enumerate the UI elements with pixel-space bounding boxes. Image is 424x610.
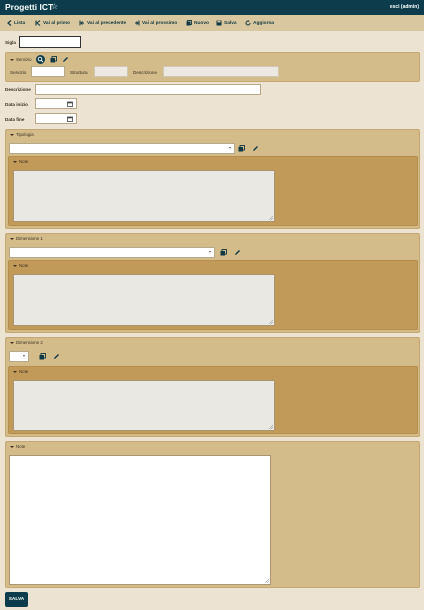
prev-icon: [79, 20, 84, 26]
data-fine-label: Data fine: [5, 117, 25, 122]
next-label: Vai al prossimo: [142, 20, 178, 26]
edit-pencil-icon[interactable]: [234, 249, 241, 256]
sigla-input[interactable]: [19, 36, 81, 48]
save-button[interactable]: SALVA: [5, 592, 28, 607]
prev-button[interactable]: Vai al precedente: [79, 19, 126, 27]
servizio-label: Servizio: [10, 70, 27, 75]
first-button[interactable]: Vai al primo: [35, 19, 70, 27]
tipologia-note-panel: Note: [8, 156, 418, 226]
calendar-icon[interactable]: [67, 116, 73, 122]
note-panel: Note: [5, 441, 420, 588]
refresh-icon: [245, 20, 251, 26]
struttura-label: Struttura: [70, 70, 88, 75]
floppy-icon: [216, 20, 222, 26]
favorite-star-icon[interactable]: ☆: [51, 2, 58, 11]
chevron-down-icon: [229, 147, 231, 149]
next-button[interactable]: Vai al prossimo: [134, 19, 177, 27]
dimensione2-select[interactable]: [9, 351, 29, 362]
new-button[interactable]: Nuovo: [186, 19, 209, 27]
save-label: Salva: [224, 20, 237, 26]
collapse-triangle-icon: [10, 58, 14, 61]
copy-icon[interactable]: [50, 56, 57, 63]
prev-label: Vai al precedente: [87, 20, 127, 26]
tipologia-note-textarea[interactable]: [13, 170, 275, 222]
dimensione1-select[interactable]: [9, 247, 215, 258]
refresh-button[interactable]: Aggiorna: [245, 19, 274, 27]
edit-pencil-icon[interactable]: [252, 145, 259, 152]
resize-grip-icon[interactable]: [269, 425, 273, 429]
collapse-triangle-icon: [13, 264, 17, 267]
collapse-triangle-icon: [10, 341, 14, 344]
dimensione2-panel: Dimensione 2 Note: [5, 337, 420, 437]
dimensione1-note-panel: Note: [8, 260, 418, 330]
search-button[interactable]: [36, 55, 45, 64]
tipologia-legend[interactable]: Tipologia: [10, 132, 34, 137]
dimensione2-note-panel: Note: [8, 366, 418, 434]
descrizione-servizio-label: Descrizione: [133, 70, 157, 75]
note-legend[interactable]: Note: [10, 444, 25, 449]
app-title: Progetti ICT: [5, 2, 54, 12]
first-label: Vai al primo: [43, 20, 70, 26]
chevron-down-icon: [23, 355, 25, 357]
logout-link[interactable]: esci (admin): [390, 4, 419, 10]
next-icon: [135, 20, 140, 26]
tipologia-panel: Tipologia Note: [5, 129, 420, 229]
servizio-input[interactable]: [31, 66, 65, 77]
collapse-triangle-icon: [10, 445, 14, 448]
app-header: Progetti ICT ☆ esci (admin): [0, 0, 424, 15]
data-inizio-label: Data inizio: [5, 102, 28, 107]
collapse-triangle-icon: [13, 370, 17, 373]
servizio-legend[interactable]: Servizio: [10, 57, 32, 62]
copy-icon[interactable]: [238, 145, 245, 152]
first-page-icon: [35, 20, 41, 26]
calendar-icon[interactable]: [67, 101, 73, 107]
collapse-triangle-icon: [13, 160, 17, 163]
copy-icon[interactable]: [39, 353, 46, 360]
dimensione2-note-legend[interactable]: Note: [13, 369, 28, 374]
servizio-panel: Servizio Servizio Struttura Descrizione: [5, 52, 420, 82]
struttura-input: [94, 66, 128, 77]
edit-pencil-icon[interactable]: [62, 56, 69, 63]
new-label: Nuovo: [194, 20, 209, 26]
toolbar: Lista Vai al primo Vai al precedente Vai…: [0, 15, 424, 31]
descrizione-label: Descrizione: [5, 87, 31, 92]
dimensione2-legend[interactable]: Dimensione 2: [10, 340, 43, 345]
tipologia-note-legend[interactable]: Note: [13, 159, 28, 164]
save-toolbar-button[interactable]: Salva: [216, 19, 237, 27]
copy-icon[interactable]: [220, 249, 227, 256]
note-textarea[interactable]: [9, 455, 271, 585]
dimensione1-note-textarea[interactable]: [13, 274, 275, 326]
list-label: Lista: [14, 20, 26, 26]
resize-grip-icon[interactable]: [269, 320, 273, 324]
descrizione-servizio-input: [163, 66, 279, 77]
edit-pencil-icon[interactable]: [53, 353, 60, 360]
data-inizio-input[interactable]: [35, 98, 77, 109]
collapse-triangle-icon: [10, 133, 14, 136]
dimensione1-note-legend[interactable]: Note: [13, 263, 28, 268]
chevron-down-icon: [209, 251, 211, 253]
sigla-label: Sigla: [5, 40, 16, 45]
dimensione2-note-textarea[interactable]: [13, 380, 275, 431]
dimensione1-panel: Dimensione 1 Note: [5, 233, 420, 333]
collapse-triangle-icon: [10, 237, 14, 240]
list-button[interactable]: Lista: [7, 19, 25, 27]
dimensione1-legend[interactable]: Dimensione 1: [10, 236, 43, 241]
resize-grip-icon[interactable]: [265, 579, 269, 583]
resize-grip-icon[interactable]: [269, 216, 273, 220]
refresh-label: Aggiorna: [253, 20, 275, 26]
back-arrow-icon: [7, 20, 12, 26]
tipologia-select[interactable]: [9, 143, 235, 154]
copy-icon: [186, 20, 192, 26]
search-icon: [37, 56, 44, 63]
data-fine-input[interactable]: [35, 113, 77, 124]
descrizione-input[interactable]: [35, 84, 261, 95]
